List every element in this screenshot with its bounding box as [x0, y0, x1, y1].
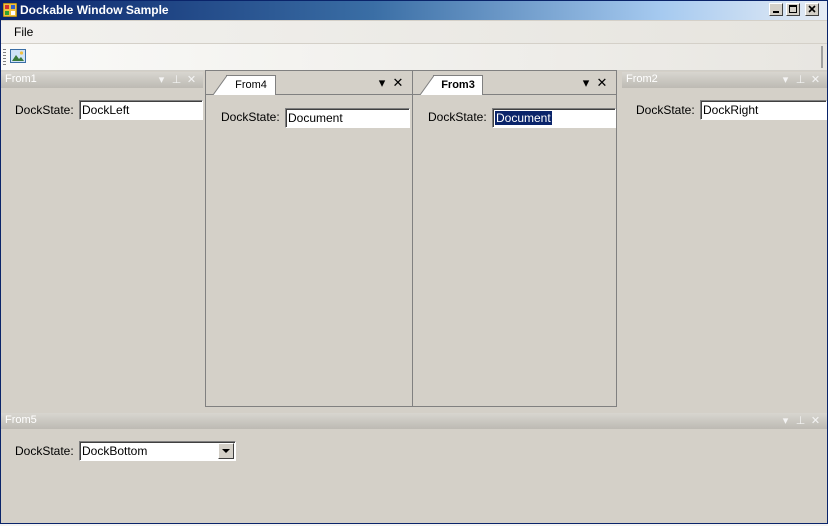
close-icon[interactable]: ✕ — [184, 73, 199, 87]
toolbar — [1, 44, 827, 71]
from1-dockstate-label: DockState: — [15, 103, 74, 117]
close-window-button[interactable] — [805, 3, 819, 16]
toolbar-grip[interactable] — [3, 49, 6, 65]
from4-dockstate-input[interactable]: Document — [285, 108, 410, 128]
from4-tabstrip: From4 ▾ ✕ — [206, 71, 412, 95]
tab-from3[interactable]: From3 — [420, 75, 483, 95]
menu-bar: File — [1, 21, 827, 43]
close-icon[interactable]: ✕ — [808, 73, 823, 87]
close-icon[interactable]: ✕ — [390, 76, 406, 91]
from2-dockstate-input[interactable]: DockRight — [700, 100, 827, 120]
document-pane-from4: From4 ▾ ✕ DockState: Document — [205, 70, 413, 407]
from3-dockstate-input[interactable]: Document — [492, 108, 616, 128]
tab-from3-label: From3 — [441, 79, 475, 91]
close-icon[interactable]: ✕ — [808, 414, 823, 428]
tab-from4[interactable]: From4 — [213, 75, 276, 95]
close-icon[interactable]: ✕ — [594, 76, 610, 91]
from3-dockstate-label: DockState: — [428, 110, 487, 124]
minimize-icon — [773, 11, 779, 13]
from2-dockstate-label: DockState: — [636, 103, 695, 117]
chevron-down-icon — [222, 449, 230, 453]
app-window: Dockable Window Sample File From1 ▾ ⊥ ✕ Do… — [0, 0, 828, 524]
from5-dockstate-label: DockState: — [15, 444, 74, 458]
combobox-value: DockBottom — [82, 444, 148, 458]
close-icon — [808, 5, 816, 13]
from4-dockstate-label: DockState: — [221, 110, 280, 124]
pane-from2-title: From2 — [626, 73, 658, 85]
app-icon — [3, 3, 17, 17]
minimize-button[interactable] — [769, 3, 783, 16]
from5-dockstate-combobox[interactable]: DockBottom — [79, 441, 236, 461]
pane-from1-title: From1 — [5, 73, 37, 85]
tab-from4-label: From4 — [235, 79, 267, 91]
dropdown-icon[interactable]: ▾ — [374, 76, 390, 91]
from1-dockstate-input[interactable]: DockLeft — [79, 100, 203, 120]
maximize-button[interactable] — [786, 3, 800, 16]
dropdown-icon[interactable]: ▾ — [578, 76, 594, 91]
title-bar[interactable]: Dockable Window Sample — [1, 1, 827, 20]
dropdown-icon[interactable]: ▾ — [778, 73, 793, 87]
dropdown-icon[interactable]: ▾ — [154, 73, 169, 87]
menu-file[interactable]: File — [14, 25, 33, 39]
pane-from5-titlebar[interactable]: From5 ▾ ⊥ ✕ — [1, 413, 827, 429]
selected-text: Document — [495, 111, 552, 125]
image-icon[interactable] — [10, 48, 26, 64]
pane-from2-titlebar[interactable]: From2 ▾ ⊥ ✕ — [622, 72, 827, 88]
pin-icon[interactable]: ⊥ — [793, 414, 808, 428]
pane-from1-titlebar[interactable]: From1 ▾ ⊥ ✕ — [1, 72, 203, 88]
combobox-dropdown-button[interactable] — [218, 443, 234, 459]
toolbar-edge — [821, 46, 823, 68]
document-pane-from3: From3 ▾ ✕ DockState: Document — [412, 70, 617, 407]
pin-icon[interactable]: ⊥ — [793, 73, 808, 87]
dropdown-icon[interactable]: ▾ — [778, 414, 793, 428]
window-title: Dockable Window Sample — [20, 3, 169, 17]
maximize-icon — [789, 5, 797, 13]
pin-icon[interactable]: ⊥ — [169, 73, 184, 87]
pane-from5-title: From5 — [5, 414, 37, 426]
from3-tabstrip: From3 ▾ ✕ — [413, 71, 616, 95]
